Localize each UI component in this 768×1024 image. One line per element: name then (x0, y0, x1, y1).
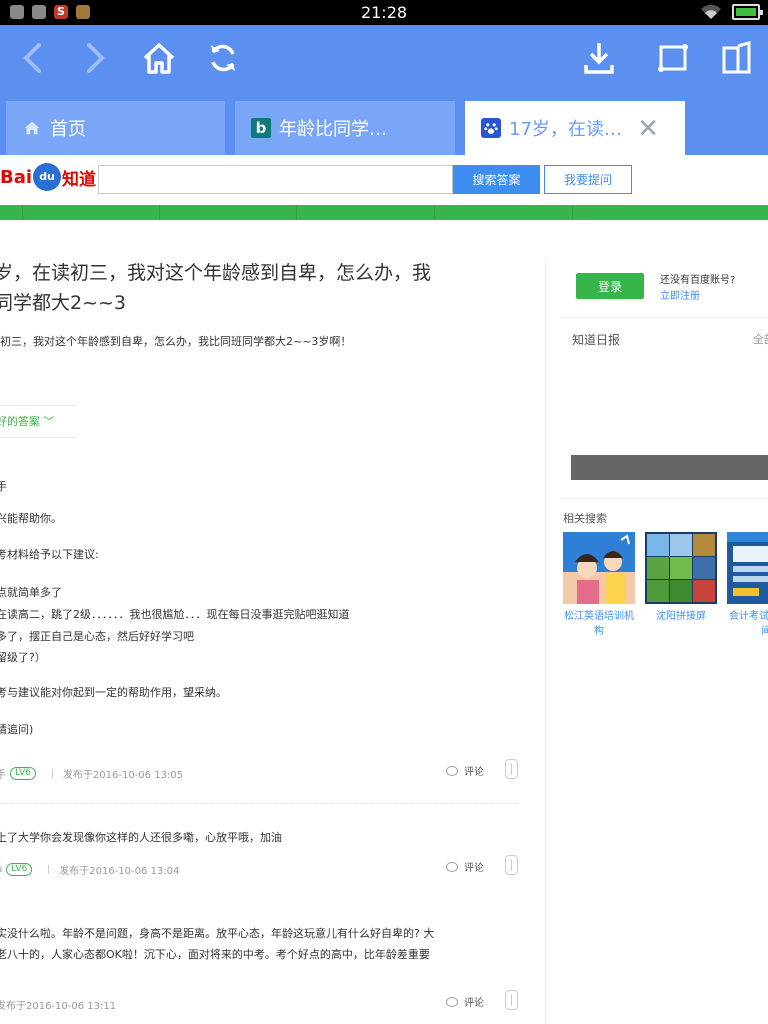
user-level-badge: LV6 (10, 767, 36, 780)
related-thumb-accounting-exam[interactable] (727, 532, 768, 604)
reply-meta: 发布于2016-10-06 13:11 (0, 997, 116, 1012)
close-tab-icon[interactable]: ✕ (637, 114, 659, 144)
related-caption[interactable]: 会计考试 间 (727, 609, 768, 639)
reply-text: 实没什么啦。年龄不是问题，身高不是距离。放平心态，年龄这玩意儿有什么好自卑的? … (0, 927, 435, 940)
comment-button[interactable]: 评论 (446, 763, 484, 778)
vote-button[interactable] (505, 990, 518, 1010)
comment-button[interactable]: 评论 (446, 859, 484, 874)
window-switch-button[interactable] (712, 33, 762, 83)
daily-banner[interactable] (571, 455, 768, 480)
sidebar-divider (562, 498, 768, 499)
windows-icon (722, 41, 751, 74)
related-search-title: 相关搜索 (563, 512, 607, 525)
crop-icon (658, 44, 688, 72)
tab-strip: 首页 b 年龄比同学… 17岁，在读… ✕ (0, 95, 768, 155)
ask-question-button[interactable]: 我要提问 (544, 165, 632, 194)
reply-text: 上了大学你会发现像你这样的人还很多嘞，心放平哦，加油 (0, 831, 282, 844)
daily-title: 知道日报 (572, 333, 621, 347)
comment-bubble-icon (446, 996, 458, 1007)
forward-button[interactable] (70, 33, 120, 83)
chevron-right-icon (87, 43, 105, 73)
category-nav-bar[interactable] (0, 205, 768, 220)
status-bar: S 21:28 (0, 0, 768, 25)
related-thumb-splicing-screen[interactable] (645, 532, 717, 604)
comment-bubble-icon (446, 765, 458, 776)
user-level-badge: LV6 (6, 863, 33, 876)
reply-time: 发布于2016-10-06 13:11 (0, 1001, 117, 1012)
home-icon (143, 43, 175, 74)
no-account-text: 还没有百度账号? (660, 275, 736, 286)
chevron-down-icon: ﹀ (43, 415, 55, 428)
answer-divider (0, 803, 518, 804)
search-input[interactable] (98, 165, 453, 194)
register-link[interactable]: 立即注册 (660, 287, 700, 302)
login-button[interactable]: 登录 (576, 273, 644, 299)
back-button[interactable] (8, 33, 58, 83)
logo-paw: du (33, 163, 62, 191)
battery-icon (732, 4, 763, 20)
related-thumb-english-training[interactable] (563, 532, 635, 604)
tab-bing-search[interactable]: b 年龄比同学… (235, 101, 455, 155)
comment-bubble-icon (446, 861, 458, 872)
answer-time: 发布于2016-10-06 13:05 (62, 770, 184, 781)
logo-bai: Bai (0, 166, 33, 188)
wifi-icon (701, 4, 721, 19)
download-icon (584, 43, 614, 74)
bing-icon: b (251, 118, 271, 138)
tab-label: 首页 (50, 119, 86, 140)
zhidao-header: Bai du 知道 搜索答案 我要提问 (0, 155, 768, 205)
comment-button[interactable]: 评论 (446, 994, 484, 1009)
screenshot-button[interactable] (648, 33, 698, 83)
chevron-left-icon (23, 43, 41, 73)
question-title: 岁，在读初三，我对这个年龄感到自卑，怎么办，我 同学都大2~~3 (0, 262, 432, 314)
download-button[interactable] (574, 33, 624, 83)
baidu-zhidao-logo[interactable]: Bai du 知道 (0, 163, 96, 191)
tab-home[interactable]: 首页 (6, 101, 225, 155)
best-answer-label[interactable]: 好的答案 ﹀ (0, 405, 76, 438)
vote-button[interactable] (505, 855, 518, 875)
question-description: 初三，我对这个年龄感到自卑，怎么办，我比同班同学都大2~~3岁啊！ (0, 335, 352, 348)
tab-label: 17岁，在读… (509, 119, 622, 140)
daily-more-link[interactable]: 全部 (753, 331, 768, 347)
reply-meta: u LV6 发布于2016-10-06 13:04 (0, 862, 179, 877)
related-caption[interactable]: 松江英语培训机 构 (563, 609, 635, 639)
logo-zhidao: 知道 (62, 169, 97, 190)
tab-baidu-zhidao[interactable]: 17岁，在读… ✕ (465, 101, 685, 155)
home-icon (22, 118, 42, 138)
answer-user[interactable]: 手 (0, 766, 6, 781)
tab-label: 年龄比同学… (279, 119, 387, 140)
baidu-paw-icon (481, 118, 501, 138)
reply-time: 发布于2016-10-06 13:04 (59, 866, 180, 877)
sidebar-divider (562, 317, 768, 318)
question-content: 岁，在读初三，我对这个年龄感到自卑，怎么办，我 同学都大2~~3 初三，我对这个… (0, 220, 545, 1024)
refresh-icon (211, 44, 235, 72)
clock: 21:28 (360, 3, 408, 22)
search-answer-button[interactable]: 搜索答案 (453, 165, 540, 194)
home-button[interactable] (134, 33, 184, 83)
vote-button[interactable] (505, 759, 518, 779)
sidebar: 登录 还没有百度账号? 立即注册 知道日报 全部 相关搜索 (546, 220, 768, 1024)
refresh-button[interactable] (198, 33, 248, 83)
reply-user[interactable]: u (0, 864, 2, 875)
answer-meta: 手 LV6 发布于2016-10-06 13:05 (0, 766, 183, 781)
browser-toolbar (0, 25, 768, 95)
related-caption[interactable]: 沈阳拼接屏 (645, 609, 717, 624)
reply-text: 老八十的，人家心态都OK啦！沉下心，面对将来的中考。考个好点的高中，比年龄差重要 (0, 948, 430, 961)
